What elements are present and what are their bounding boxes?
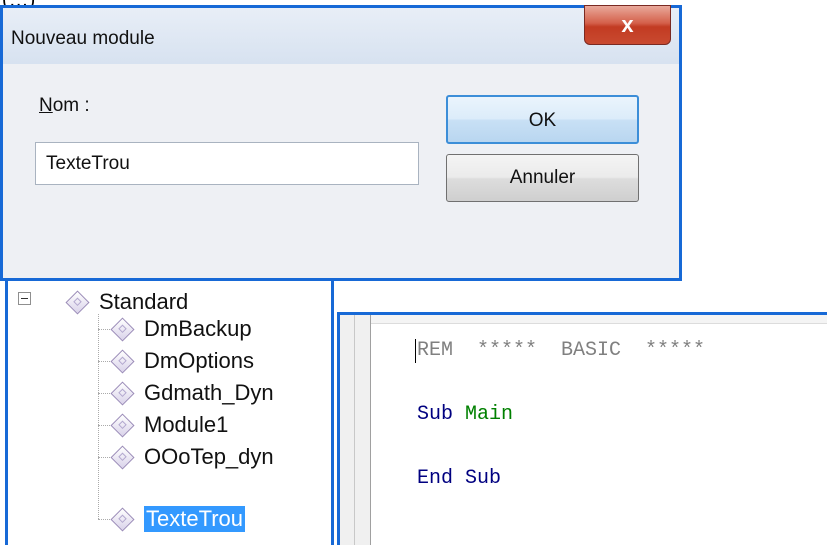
module-diamond-icon (110, 348, 135, 374)
line-gutter (355, 315, 371, 545)
tree-item-label: OOoTep_dyn (144, 444, 274, 469)
tree-item-label: TexteTrou (144, 506, 246, 532)
basic-code-editor[interactable]: REM ***** BASIC ***** Sub Main End Sub (337, 312, 827, 545)
sub-name: Main (465, 403, 514, 426)
module-name-input[interactable] (35, 142, 419, 185)
tree-item[interactable]: Module1 (110, 410, 229, 440)
close-button[interactable]: x (584, 5, 671, 45)
name-label: Nom : (39, 95, 90, 117)
tree-item-label: Module1 (144, 412, 229, 437)
tree-item-selected[interactable]: TexteTrou (110, 504, 246, 534)
module-diamond-icon (110, 412, 135, 438)
tree-item[interactable]: DmBackup (110, 314, 252, 344)
editor-top-strip (370, 315, 827, 324)
close-icon: x (621, 12, 634, 37)
tree-item-label: DmBackup (144, 316, 252, 341)
comment-text: ***** BASIC ***** (453, 339, 706, 362)
rem-keyword: REM (417, 339, 454, 362)
code-line-2: Sub Main (417, 403, 513, 426)
collapse-toggle-icon[interactable] (18, 292, 31, 305)
tree-item[interactable]: Gdmath_Dyn (110, 378, 274, 408)
dialog-title: Nouveau module (11, 28, 155, 49)
sub-keyword: Sub (417, 403, 454, 426)
module-diamond-icon (110, 380, 135, 406)
module-diamond-icon (110, 506, 135, 532)
breakpoint-gutter[interactable] (340, 315, 355, 545)
name-label-text: om : (52, 95, 90, 116)
ok-button[interactable]: OK (446, 95, 639, 144)
text-cursor (415, 339, 416, 363)
tree-item[interactable]: DmOptions (110, 346, 255, 376)
tree-root-standard[interactable]: Standard (65, 287, 189, 317)
library-diamond-icon (65, 289, 90, 315)
new-module-dialog: Nouveau module x Nom : OK Annuler (0, 5, 682, 281)
end-sub-keyword: End Sub (417, 467, 502, 490)
module-diamond-icon (110, 444, 135, 470)
tree-root-label: Standard (99, 289, 189, 314)
code-line-3: End Sub (417, 467, 501, 490)
tree-guide-line (98, 314, 99, 519)
cancel-button[interactable]: Annuler (446, 154, 639, 202)
module-tree: Standard DmBackup DmOptions Gdmath_Dyn M… (5, 281, 334, 545)
tree-item[interactable]: OOoTep_dyn (110, 442, 274, 472)
name-label-accesskey: N (39, 95, 53, 116)
dialog-titlebar[interactable]: Nouveau module x (3, 5, 679, 64)
tree-item-label: DmOptions (144, 348, 255, 373)
module-diamond-icon (110, 316, 135, 342)
tree-item-label: Gdmath_Dyn (144, 380, 274, 405)
dialog-body: Nom : OK Annuler (9, 65, 673, 272)
code-line-1: REM ***** BASIC ***** (417, 339, 705, 362)
